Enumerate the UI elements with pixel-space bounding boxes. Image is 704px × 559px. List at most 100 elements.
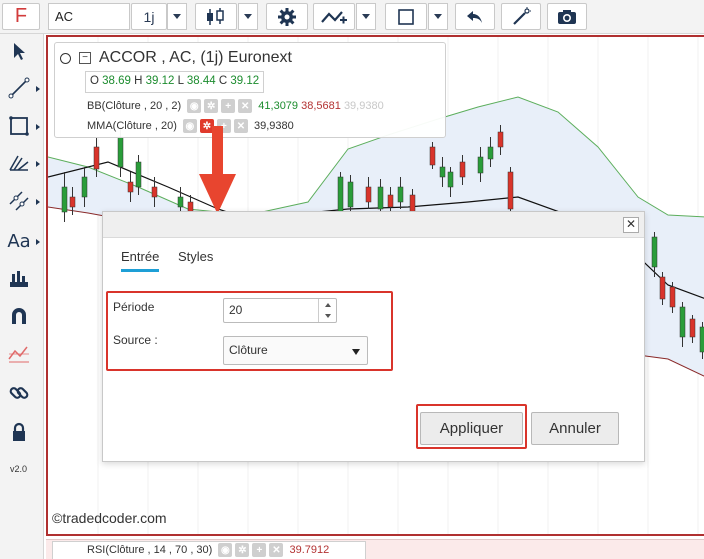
apply-button[interactable]: Appliquer — [420, 412, 523, 445]
candle-body — [177, 196, 184, 208]
trend-line-tool[interactable] — [4, 73, 34, 103]
candle-body — [93, 146, 100, 170]
close-icon[interactable]: ✕ — [269, 543, 284, 558]
top-toolbar: F AC 1j — [0, 0, 704, 34]
tool-expand-icon[interactable] — [36, 161, 40, 167]
interval-selector[interactable]: 1j — [131, 3, 167, 30]
gear-icon[interactable]: ✲ — [204, 99, 219, 113]
stepper-up-icon[interactable] — [319, 299, 336, 310]
period-value: 20 — [229, 303, 243, 317]
undo-button[interactable] — [455, 3, 495, 30]
eye-icon[interactable]: ◉ — [187, 99, 202, 113]
annotation-arrow-icon — [199, 126, 236, 214]
cancel-button[interactable]: Annuler — [531, 412, 619, 445]
measure-tool[interactable] — [4, 264, 34, 294]
indicators-button[interactable] — [313, 3, 355, 30]
eye-icon[interactable]: ◉ — [182, 119, 197, 133]
rectangle-tool[interactable] — [4, 111, 34, 141]
magnet-tool[interactable] — [4, 301, 34, 331]
magic-button[interactable] — [501, 3, 541, 30]
app-logo[interactable]: F — [2, 3, 40, 30]
undo-icon — [467, 10, 482, 23]
magic-wand-icon — [513, 6, 531, 25]
candle-body — [397, 186, 404, 203]
watermark: ©tradedcoder.com — [52, 510, 167, 526]
ohlc-open-label: O — [90, 75, 99, 87]
close-icon[interactable]: ✕ — [238, 99, 253, 113]
gear-icon[interactable]: ✲ — [235, 543, 250, 558]
close-icon[interactable]: ✕ — [623, 217, 639, 233]
ohlc-low-label: L — [177, 75, 184, 87]
parallel-lines-tool[interactable] — [4, 186, 34, 216]
mma-indicator-row: MMA(Clôture , 20) ◉ ✲ + ✕ 39,9380 — [87, 119, 294, 133]
text-tool-icon[interactable]: Aa — [4, 226, 34, 256]
eye-icon[interactable]: ◉ — [218, 543, 233, 558]
candle-body — [81, 176, 88, 198]
candle-body — [135, 161, 142, 188]
trend-line-icon — [8, 77, 30, 99]
symbol-input[interactable]: AC — [48, 3, 130, 30]
chevron-down-icon — [362, 14, 370, 19]
indicators-dropdown[interactable] — [356, 3, 376, 30]
tool-expand-icon[interactable] — [36, 239, 40, 245]
fibonacci-icon — [9, 155, 29, 171]
stepper-down-icon[interactable] — [319, 310, 336, 321]
link-tool[interactable] — [4, 378, 34, 408]
bb-mid-value: 39,9380 — [343, 99, 384, 112]
drawing-dropdown[interactable] — [428, 3, 448, 30]
candle-body — [429, 146, 436, 166]
candle-body — [387, 194, 394, 208]
bb-upper-value: 41,3079 — [258, 99, 299, 112]
candle-body — [347, 181, 354, 208]
candle-body — [69, 196, 76, 208]
series-radio-icon[interactable] — [60, 53, 71, 64]
hide-drawings-tool[interactable] — [4, 339, 34, 369]
fibonacci-tool[interactable] — [4, 148, 34, 178]
lock-tool[interactable] — [4, 417, 34, 447]
chart-type-dropdown[interactable] — [238, 3, 258, 30]
collapse-icon[interactable]: − — [79, 52, 91, 64]
ohlc-close-label: C — [218, 75, 228, 87]
candle-body — [439, 166, 446, 178]
ohlc-high-value: 39.12 — [145, 75, 175, 87]
tool-expand-icon[interactable] — [36, 86, 40, 92]
rsi-legend: RSI(Clôture , 14 , 70 , 30) ◉ ✲ + ✕ 39.7… — [52, 541, 366, 559]
candle-body — [377, 186, 384, 210]
source-select[interactable]: Clôture — [223, 336, 368, 365]
candle-body — [497, 131, 504, 148]
tool-expand-icon[interactable] — [36, 199, 40, 205]
interval-dropdown[interactable] — [167, 3, 187, 30]
chart-legend: − ACCOR , AC, (1j) Euronext O 38.69 H 39… — [54, 42, 446, 138]
screenshot-button[interactable] — [547, 3, 587, 30]
tool-expand-icon[interactable] — [36, 124, 40, 130]
gear-icon — [278, 7, 296, 26]
parallel-lines-icon — [9, 191, 29, 211]
mma-indicator-name: MMA(Clôture , 20) — [87, 119, 177, 132]
bb-indicator-row: BB(Clôture , 20 , 2) ◉ ✲ + ✕ 41,3079 38,… — [87, 99, 384, 113]
candle-body — [117, 136, 124, 168]
settings-button[interactable] — [266, 3, 308, 30]
candle-body — [151, 186, 158, 198]
source-label: Source : — [113, 333, 158, 347]
candle-body — [459, 161, 466, 178]
measure-icon — [10, 271, 28, 287]
chart-type-button[interactable] — [195, 3, 237, 30]
ohlc-readout: O 38.69 H 39.12 L 38.44 C 39.12 — [85, 71, 265, 93]
candle-body — [659, 276, 666, 300]
drawing-button[interactable] — [385, 3, 427, 30]
ohlc-close-value: 39.12 — [230, 75, 260, 87]
chevron-down-icon — [244, 14, 252, 19]
tab-styles[interactable]: Styles — [178, 249, 213, 264]
period-label: Période — [113, 300, 155, 314]
bb-indicator-name: BB(Clôture , 20 , 2) — [87, 99, 182, 112]
rsi-value: 39.7912 — [289, 544, 330, 556]
period-field[interactable]: 20 — [223, 298, 337, 323]
candle-body — [679, 306, 686, 338]
period-stepper[interactable] — [318, 299, 336, 322]
pointer-tool[interactable] — [4, 37, 34, 67]
chart-title: ACCOR , AC, (1j) Euronext — [99, 49, 292, 66]
plus-icon[interactable]: + — [252, 543, 267, 558]
candle-body — [669, 286, 676, 308]
tab-entree[interactable]: Entrée — [121, 249, 160, 272]
plus-icon[interactable]: + — [221, 99, 236, 113]
